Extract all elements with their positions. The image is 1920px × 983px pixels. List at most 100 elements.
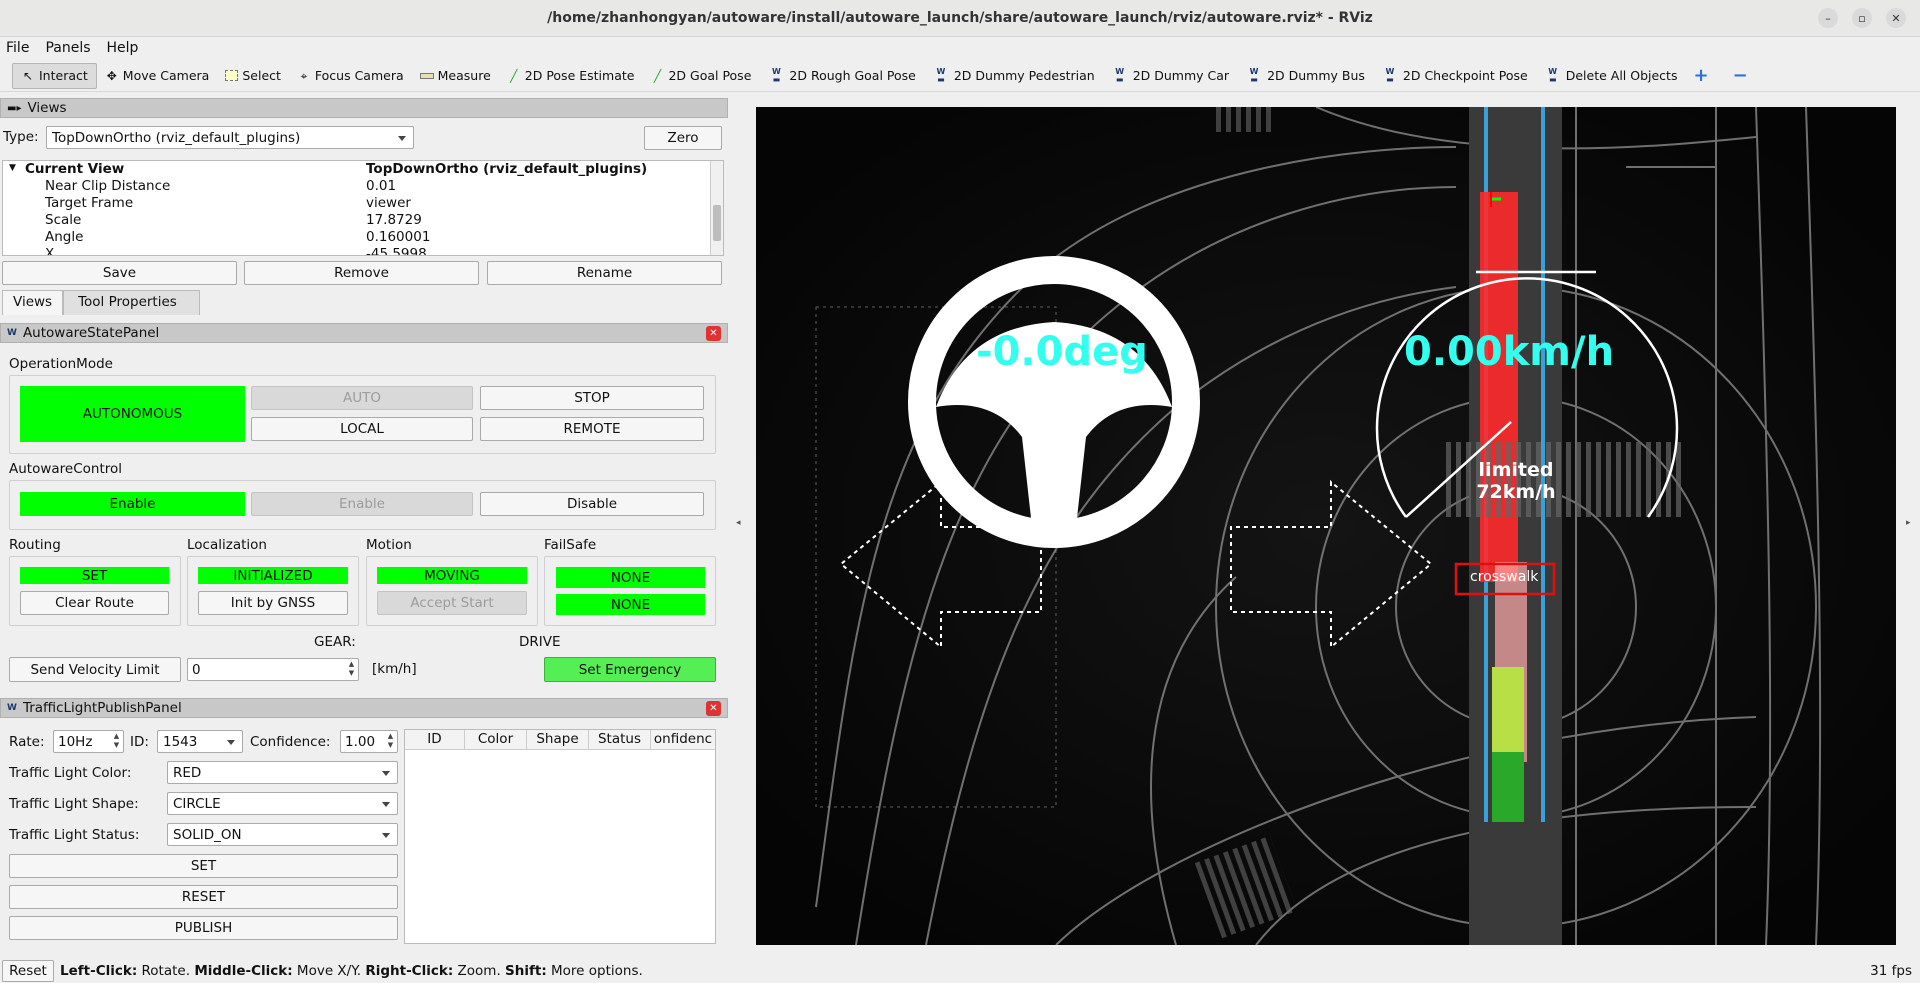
minimize-icon[interactable]: – xyxy=(1818,8,1838,28)
set-button[interactable]: SET xyxy=(9,854,398,878)
close-icon[interactable]: ✕ xyxy=(706,326,721,341)
scrollbar-thumb[interactable] xyxy=(713,205,721,241)
maximize-icon[interactable]: ▫ xyxy=(1852,8,1872,28)
menu-file[interactable]: File xyxy=(6,40,29,56)
traffic-light-color-select[interactable]: RED xyxy=(167,761,398,784)
tree-key: Target Frame xyxy=(45,195,134,211)
view-type-select[interactable]: TopDownOrtho (rviz_default_plugins) xyxy=(46,126,414,149)
cursor-icon: ↖ xyxy=(22,68,34,83)
auto-button[interactable]: AUTO xyxy=(251,386,473,410)
ruler-icon xyxy=(419,72,434,79)
hint-left-click: Left-Click: xyxy=(60,962,138,979)
menu-panels[interactable]: Panels xyxy=(45,40,90,56)
tool-label: Interact xyxy=(39,68,88,83)
column-header-confidence[interactable]: onfidenc xyxy=(651,730,715,749)
tool-2d-dummy-bus[interactable]: W ▬ 2D Dummy Bus xyxy=(1237,63,1373,89)
tree-row[interactable]: X -45.5998 xyxy=(3,246,703,255)
tool-delete-all-objects[interactable]: W ▬ Delete All Objects xyxy=(1536,63,1686,89)
chevron-down-icon xyxy=(382,770,390,776)
pose-arrow-icon: ╱ xyxy=(510,68,518,83)
operation-mode-label: OperationMode xyxy=(9,356,113,372)
remove-tool-button[interactable]: − xyxy=(1725,63,1756,89)
velocity-limit-input[interactable]: 0 ▲ ▼ xyxy=(187,658,359,681)
column-header-id[interactable]: ID xyxy=(405,730,465,749)
spin-arrows-icon[interactable]: ▲ ▼ xyxy=(347,660,356,678)
crosswalk-label: crosswalk xyxy=(1470,569,1539,585)
tool-measure[interactable]: Measure xyxy=(412,63,499,89)
zero-button[interactable]: Zero xyxy=(644,126,722,150)
remote-button[interactable]: REMOTE xyxy=(480,417,704,441)
clear-route-button[interactable]: Clear Route xyxy=(20,591,169,615)
motion-status: MOVING xyxy=(377,567,527,584)
rate-spinbox[interactable]: 10Hz ▲ ▼ xyxy=(53,730,124,753)
id-select[interactable]: 1543 xyxy=(157,730,243,753)
tool-2d-goal-pose[interactable]: ╱ 2D Goal Pose xyxy=(642,63,759,89)
close-icon[interactable]: ✕ xyxy=(706,701,721,716)
reset-button[interactable]: RESET xyxy=(9,885,398,909)
set-emergency-button[interactable]: Set Emergency xyxy=(544,657,716,682)
rename-view-button[interactable]: Rename xyxy=(487,261,722,285)
chevron-down-icon xyxy=(398,135,406,141)
confidence-spinbox[interactable]: 1.00 ▲ ▼ xyxy=(340,730,398,753)
local-button[interactable]: LOCAL xyxy=(251,417,473,441)
control-status: Enable xyxy=(20,492,245,516)
tree-row[interactable]: ▼ Current View TopDownOrtho (rviz_default_… xyxy=(3,161,703,178)
tree-row[interactable]: Near Clip Distance 0.01 xyxy=(3,178,703,195)
tool-2d-rough-goal-pose[interactable]: W ▬ 2D Rough Goal Pose xyxy=(759,63,923,89)
close-icon[interactable]: ✕ xyxy=(1886,8,1906,28)
hint-text: Rotate. xyxy=(137,962,195,979)
state-panel-title: AutowareStatePanel xyxy=(22,325,160,341)
tool-2d-dummy-car[interactable]: W ▬ 2D Dummy Car xyxy=(1103,63,1237,89)
view-properties-tree[interactable]: ▼ Current View TopDownOrtho (rviz_default_… xyxy=(2,160,724,256)
tree-row[interactable]: Target Frame viewer xyxy=(3,195,703,212)
disable-button[interactable]: Disable xyxy=(480,492,704,516)
tool-label: Measure xyxy=(437,68,491,83)
enable-button[interactable]: Enable xyxy=(251,492,473,516)
tool-label: Move Camera xyxy=(122,68,210,83)
column-header-shape[interactable]: Shape xyxy=(527,730,589,749)
tool-focus-camera[interactable]: ⌖ Focus Camera xyxy=(289,63,412,89)
map-visualization[interactable] xyxy=(756,107,1896,945)
tool-label: 2D Goal Pose xyxy=(668,68,752,83)
add-tool-button[interactable]: + xyxy=(1685,63,1716,89)
tree-key: Angle xyxy=(45,229,84,245)
tool-2d-pose-estimate[interactable]: ╱ 2D Pose Estimate xyxy=(499,63,643,89)
spin-arrows-icon[interactable]: ▲ ▼ xyxy=(386,732,395,750)
tree-row[interactable]: Scale 17.8729 xyxy=(3,212,703,229)
tool-move-camera[interactable]: ✥ Move Camera xyxy=(97,63,218,89)
stop-button[interactable]: STOP xyxy=(480,386,704,410)
save-view-button[interactable]: Save xyxy=(2,261,237,285)
tree-value: 0.01 xyxy=(366,178,397,194)
collapse-right-icon[interactable]: ▸ xyxy=(1906,518,1911,528)
tree-row[interactable]: Angle 0.160001 xyxy=(3,229,703,246)
menu-help[interactable]: Help xyxy=(107,40,139,56)
accept-start-button[interactable]: Accept Start xyxy=(377,591,527,615)
autoware-icon: W xyxy=(7,328,17,338)
tool-select[interactable]: Select xyxy=(217,63,289,89)
tab-tool-properties[interactable]: Tool Properties xyxy=(63,290,200,315)
render-viewport[interactable]: -0.0deg 0.00km/h limited 72km/h crosswal… xyxy=(756,107,1896,945)
tool-2d-dummy-pedestrian[interactable]: W ▬ 2D Dummy Pedestrian xyxy=(924,63,1103,89)
rate-label: Rate: xyxy=(9,734,45,750)
publish-button[interactable]: PUBLISH xyxy=(9,916,398,940)
send-velocity-limit-button[interactable]: Send Velocity Limit xyxy=(9,657,181,682)
collapse-left-icon[interactable]: ◂ xyxy=(736,518,741,528)
remove-view-button[interactable]: Remove xyxy=(244,261,479,285)
traffic-light-status-select[interactable]: SOLID_ON xyxy=(167,823,398,846)
gear-value: DRIVE xyxy=(519,634,561,650)
init-gnss-button[interactable]: Init by GNSS xyxy=(198,591,348,615)
reset-view-button[interactable]: Reset xyxy=(2,959,54,982)
traffic-light-shape-select[interactable]: CIRCLE xyxy=(167,792,398,815)
tool-label: Delete All Objects xyxy=(1565,68,1678,83)
column-header-status[interactable]: Status xyxy=(589,730,651,749)
traffic-light-table[interactable]: ID Color Shape Status onfidenc xyxy=(404,729,716,944)
id-value: 1543 xyxy=(163,733,198,750)
tool-interact[interactable]: ↖ Interact xyxy=(12,62,97,89)
tool-label: 2D Dummy Car xyxy=(1132,68,1230,83)
tab-views[interactable]: Views xyxy=(2,290,64,315)
column-header-color[interactable]: Color xyxy=(465,730,527,749)
tree-scrollbar[interactable] xyxy=(710,161,723,255)
spin-arrows-icon[interactable]: ▲ ▼ xyxy=(112,732,121,750)
fps-counter: 31 fps xyxy=(1870,962,1912,979)
tool-2d-checkpoint-pose[interactable]: W ▬ 2D Checkpoint Pose xyxy=(1373,63,1536,89)
